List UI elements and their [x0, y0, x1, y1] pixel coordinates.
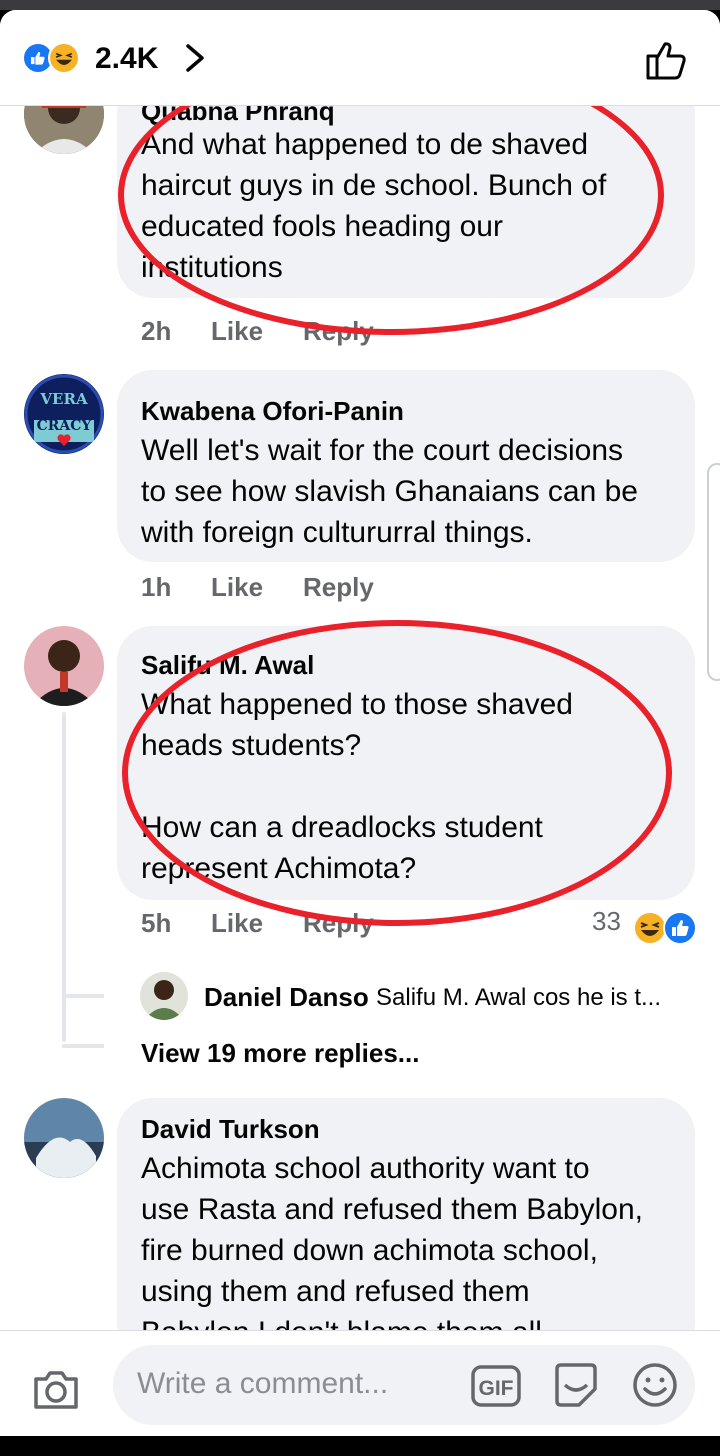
navigation-bar-edge: [0, 1436, 720, 1456]
avatar-photo: [24, 1098, 104, 1178]
comment-time: 1h: [141, 572, 172, 602]
chevron-right-icon[interactable]: [180, 40, 210, 76]
comment-bubble[interactable]: Kwabena Ofori-Panin Well let's wait for …: [117, 370, 695, 562]
reply-author[interactable]: Daniel Danso: [204, 982, 369, 1013]
scroll-handle[interactable]: [707, 463, 720, 681]
comment-time: 5h: [141, 908, 172, 938]
comment-list: Quabna Phranq And what happened to de sh…: [0, 10, 720, 1330]
avatar-veracracy-logo: VERA CRACY: [24, 374, 104, 454]
reactions-summary[interactable]: [22, 40, 92, 76]
like-reaction-icon: [663, 911, 697, 945]
sticker-icon[interactable]: [551, 1361, 601, 1411]
reply-snippet[interactable]: Salifu M. Awal cos he is t...: [376, 984, 661, 1012]
like-button[interactable]: Like: [211, 316, 263, 347]
reply-avatar[interactable]: [140, 972, 188, 1020]
haha-reaction-icon: [48, 42, 80, 74]
avatar-text-vera: VERA: [39, 390, 88, 408]
avatar-photo: [24, 626, 104, 706]
comment-bubble[interactable]: David Turkson Achimota school authority …: [117, 1098, 695, 1330]
status-bar-edge: [0, 0, 720, 10]
emoji-icon[interactable]: [631, 1361, 679, 1409]
comments-sheet: Quabna Phranq And what happened to de sh…: [0, 10, 720, 1436]
avatar-photo: [140, 972, 188, 1020]
comment-text: Achimota school authority want to use Ra…: [141, 1152, 643, 1330]
avatar[interactable]: [24, 1098, 104, 1178]
thread-line: [62, 712, 66, 1042]
gif-icon[interactable]: GIF: [471, 1365, 521, 1407]
like-button[interactable]: Like: [211, 572, 263, 603]
like-button[interactable]: Like: [211, 908, 263, 939]
comment-composer: Write a comment... GIF: [0, 1330, 720, 1436]
comment-input[interactable]: Write a comment... GIF: [113, 1345, 695, 1425]
thread-branch: [62, 1044, 104, 1048]
comment-time: 2h: [141, 316, 172, 346]
avatar[interactable]: [24, 626, 104, 706]
comment-placeholder: Write a comment...: [137, 1367, 389, 1400]
reactions-header: 2.4K: [0, 10, 720, 106]
comment-author[interactable]: David Turkson: [141, 1114, 320, 1145]
comment-text: Well let's wait for the court decisions …: [141, 434, 638, 549]
avatar[interactable]: VERA CRACY: [24, 374, 104, 454]
comment-author[interactable]: Kwabena Ofori-Panin: [141, 396, 404, 427]
reply-button[interactable]: Reply: [303, 572, 374, 603]
thread-branch: [62, 994, 104, 998]
comment-reaction-count[interactable]: 33: [592, 906, 621, 937]
thumbs-up-icon[interactable]: [644, 36, 690, 82]
annotation-oval: [122, 620, 672, 926]
view-more-replies-link[interactable]: View 19 more replies...: [141, 1038, 419, 1069]
camera-icon[interactable]: [32, 1369, 80, 1411]
reaction-count[interactable]: 2.4K: [95, 42, 158, 76]
gif-label: GIF: [479, 1377, 514, 1400]
avatar-text-cracy: CRACY: [37, 418, 93, 434]
